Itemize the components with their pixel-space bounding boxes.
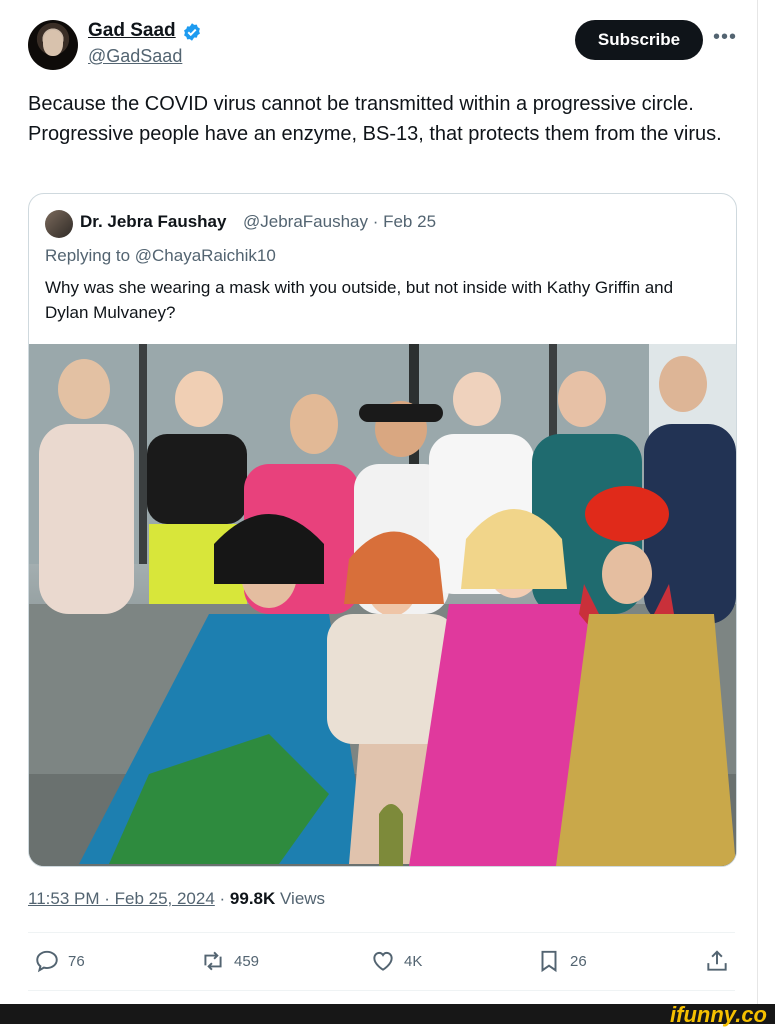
watermark-bar: ifunny.co [0, 1002, 775, 1027]
repost-action[interactable]: 459 [200, 948, 259, 974]
quoted-tweet-text: Why was she wearing a mask with you outs… [45, 278, 674, 322]
author-name[interactable]: Gad Saad [88, 20, 176, 42]
bookmark-count: 26 [570, 952, 587, 970]
tweet-meta: 11:53 PM · Feb 25, 2024 · 99.8K Views [28, 889, 325, 909]
views-count: 99.8K [229, 889, 276, 908]
repost-icon [204, 951, 222, 971]
tweet-card: Gad Saad @GadSaad Subscribe ••• Because … [0, 0, 758, 1004]
quoted-tweet[interactable]: Dr. Jebra Faushay @JebraFaushay · Feb 25… [28, 193, 737, 867]
divider-top [28, 932, 735, 933]
author-avatar[interactable] [28, 20, 78, 70]
replying-to: Replying to @ChayaRaichik10 [45, 246, 276, 265]
quoted-author-avatar[interactable] [45, 210, 73, 238]
more-options-icon[interactable]: ••• [713, 26, 737, 49]
like-count: 4K [404, 952, 423, 970]
quoted-author-name[interactable]: Dr. Jebra Faushay [80, 212, 226, 232]
repost-count: 459 [234, 952, 260, 970]
author-handle[interactable]: @GadSaad [88, 46, 182, 67]
divider-bottom [28, 990, 735, 991]
group-photo[interactable] [29, 344, 736, 866]
ifunny-watermark: ifunny.co [670, 1002, 767, 1027]
quoted-handle-date: @JebraFaushay · Feb 25 [243, 212, 437, 231]
subscribe-button[interactable]: Subscribe [575, 20, 703, 60]
reply-count: 76 [68, 952, 85, 970]
tweet-text: Because the COVID virus cannot be transm… [28, 93, 722, 145]
bookmark-icon [541, 950, 557, 973]
reply-action[interactable]: 76 [34, 948, 85, 974]
share-action[interactable] [704, 948, 730, 974]
verified-badge-icon [184, 23, 200, 41]
group-photo-illustration [29, 344, 736, 866]
reply-icon [36, 950, 58, 973]
meta-separator: · [214, 889, 230, 908]
share-icon [707, 950, 727, 971]
timestamp-link[interactable]: 11:53 PM · Feb 25, 2024 [28, 889, 215, 908]
like-action[interactable]: 4K [370, 948, 422, 974]
views-label: Views [275, 889, 326, 908]
heart-icon [373, 951, 393, 971]
bookmark-action[interactable]: 26 [536, 948, 587, 974]
